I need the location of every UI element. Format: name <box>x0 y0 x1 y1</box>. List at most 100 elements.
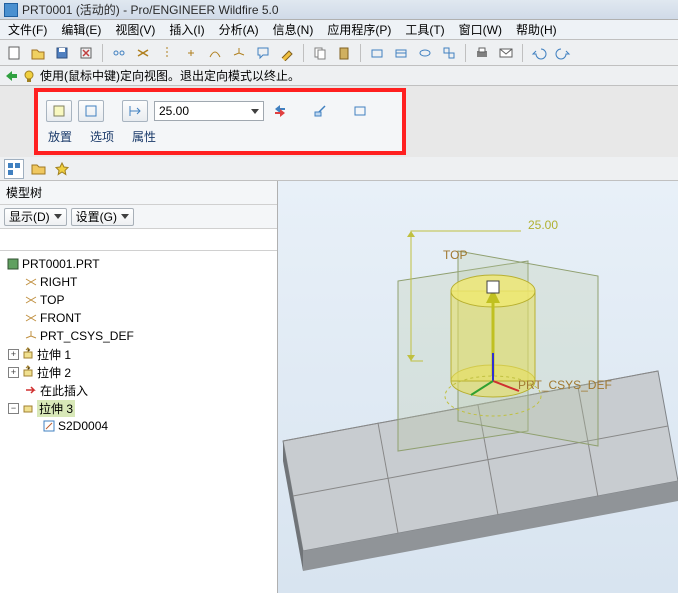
sketch-icon[interactable] <box>277 43 297 63</box>
coord-sys-icon[interactable] <box>229 43 249 63</box>
tree-insert-here[interactable]: 在此插入 <box>2 381 275 399</box>
plane-icon <box>24 311 38 325</box>
close-icon[interactable] <box>76 43 96 63</box>
view2-icon[interactable] <box>391 43 411 63</box>
model-tree[interactable]: PRT0001.PRT RIGHT TOP FRONT PRT_CSYS_DEF… <box>0 251 277 593</box>
collapse-icon[interactable]: − <box>8 403 19 414</box>
remove-material-icon[interactable] <box>310 101 330 121</box>
node-label: RIGHT <box>40 275 77 289</box>
thicken-icon[interactable] <box>350 101 370 121</box>
new-icon[interactable] <box>4 43 24 63</box>
datum-plane-icon[interactable] <box>133 43 153 63</box>
copy-icon[interactable] <box>310 43 330 63</box>
part-icon <box>6 257 20 271</box>
favorites-tab-icon[interactable] <box>52 159 72 179</box>
datum-point-icon[interactable] <box>181 43 201 63</box>
separator <box>360 44 361 62</box>
dashboard-panel: 25.00 放置 选项 属性 <box>34 88 406 155</box>
view1-icon[interactable] <box>367 43 387 63</box>
tree-datum-top[interactable]: TOP <box>2 291 275 309</box>
node-label: PRT0001.PRT <box>22 257 100 271</box>
view3-icon[interactable] <box>415 43 435 63</box>
datum-curve-icon[interactable] <box>205 43 225 63</box>
extrude-solid-icon[interactable] <box>46 100 72 122</box>
depth-blind-icon[interactable] <box>122 100 148 122</box>
flip-direction-icon[interactable] <box>270 101 290 121</box>
sketch-node-icon <box>42 419 56 433</box>
node-label: 拉伸 2 <box>37 364 71 381</box>
depth-input[interactable]: 25.00 <box>154 101 264 121</box>
model-tree-tab-icon[interactable] <box>4 159 24 179</box>
tree-extrude2[interactable]: + 拉伸 2 <box>2 363 275 381</box>
email-icon[interactable] <box>496 43 516 63</box>
dropdown-arrow-icon[interactable] <box>251 109 259 114</box>
menu-info[interactable]: 信息(N) <box>269 19 318 40</box>
paste-icon[interactable] <box>334 43 354 63</box>
extrude-icon <box>21 365 35 379</box>
save-icon[interactable] <box>52 43 72 63</box>
dimension-label: 25.00 <box>528 218 558 232</box>
chevron-down-icon <box>54 214 62 219</box>
undo-icon[interactable] <box>529 43 549 63</box>
node-label: TOP <box>40 293 64 307</box>
menu-insert[interactable]: 插入(I) <box>165 19 208 40</box>
tree-datum-right[interactable]: RIGHT <box>2 273 275 291</box>
tree-show-label: 显示(D) <box>9 208 50 225</box>
folder-tab-icon[interactable] <box>28 159 48 179</box>
csys-label: PRT_CSYS_DEF <box>518 378 612 392</box>
view4-icon[interactable] <box>439 43 459 63</box>
node-label: FRONT <box>40 311 81 325</box>
menu-app[interactable]: 应用程序(P) <box>323 19 395 40</box>
menu-help[interactable]: 帮助(H) <box>512 19 561 40</box>
redo-icon[interactable] <box>553 43 573 63</box>
menu-tools[interactable]: 工具(T) <box>401 19 448 40</box>
node-label: PRT_CSYS_DEF <box>40 329 134 343</box>
tree-datum-front[interactable]: FRONT <box>2 309 275 327</box>
expand-icon[interactable]: + <box>8 349 19 360</box>
title-bar: PRT0001 (活动的) - Pro/ENGINEER Wildfire 5.… <box>0 0 678 20</box>
tree-csys[interactable]: PRT_CSYS_DEF <box>2 327 275 345</box>
app-icon <box>4 3 18 17</box>
menu-edit[interactable]: 编辑(E) <box>57 19 105 40</box>
open-icon[interactable] <box>28 43 48 63</box>
tab-properties[interactable]: 属性 <box>132 128 156 145</box>
tree-sketch[interactable]: S2D0004 <box>2 417 275 435</box>
menu-window[interactable]: 窗口(W) <box>455 19 506 40</box>
tree-settings-label: 设置(G) <box>76 208 117 225</box>
dashboard-row: 25.00 <box>46 98 394 124</box>
csys-icon <box>24 329 38 343</box>
separator <box>465 44 466 62</box>
model-tree-panel: 模型树 显示(D) 设置(G) PRT0001.PRT RIGHT TOP FR… <box>0 181 278 593</box>
sketch-tools-icon[interactable] <box>109 43 129 63</box>
top-label: TOP <box>443 248 467 262</box>
menu-view[interactable]: 视图(V) <box>111 19 159 40</box>
tree-extrude1[interactable]: + 拉伸 1 <box>2 345 275 363</box>
nav-tabs <box>0 157 678 181</box>
model-view: 25.00 TOP PRT_CSYS_DEF <box>278 181 678 593</box>
expand-icon[interactable]: + <box>8 367 19 378</box>
menu-bar: 文件(F) 编辑(E) 视图(V) 插入(I) 分析(A) 信息(N) 应用程序… <box>0 20 678 40</box>
insert-arrow-icon <box>24 383 38 397</box>
menu-analysis[interactable]: 分析(A) <box>215 19 263 40</box>
menu-file[interactable]: 文件(F) <box>4 19 51 40</box>
extrude-surface-icon[interactable] <box>78 100 104 122</box>
tree-extrude3[interactable]: − 拉伸 3 <box>2 399 275 417</box>
print-icon[interactable] <box>472 43 492 63</box>
node-label: S2D0004 <box>58 419 108 433</box>
tab-options[interactable]: 选项 <box>90 128 114 145</box>
main-toolbar <box>0 40 678 66</box>
graphics-viewport[interactable]: 25.00 TOP PRT_CSYS_DEF <box>278 181 678 593</box>
hint-bar: 使用(鼠标中键)定向视图。退出定向模式以终止。 <box>0 66 678 86</box>
tab-placement[interactable]: 放置 <box>48 128 72 145</box>
separator <box>522 44 523 62</box>
extrude-icon <box>21 347 35 361</box>
datum-axis-icon[interactable] <box>157 43 177 63</box>
tree-root[interactable]: PRT0001.PRT <box>2 255 275 273</box>
hint-text: 使用(鼠标中键)定向视图。退出定向模式以终止。 <box>40 67 300 84</box>
tree-settings-dropdown[interactable]: 设置(G) <box>71 208 134 226</box>
tree-show-dropdown[interactable]: 显示(D) <box>4 208 67 226</box>
window-title: PRT0001 (活动的) - Pro/ENGINEER Wildfire 5.… <box>22 1 279 18</box>
tree-title: 模型树 <box>0 181 277 205</box>
node-label: 拉伸 1 <box>37 346 71 363</box>
annotation-icon[interactable] <box>253 43 273 63</box>
